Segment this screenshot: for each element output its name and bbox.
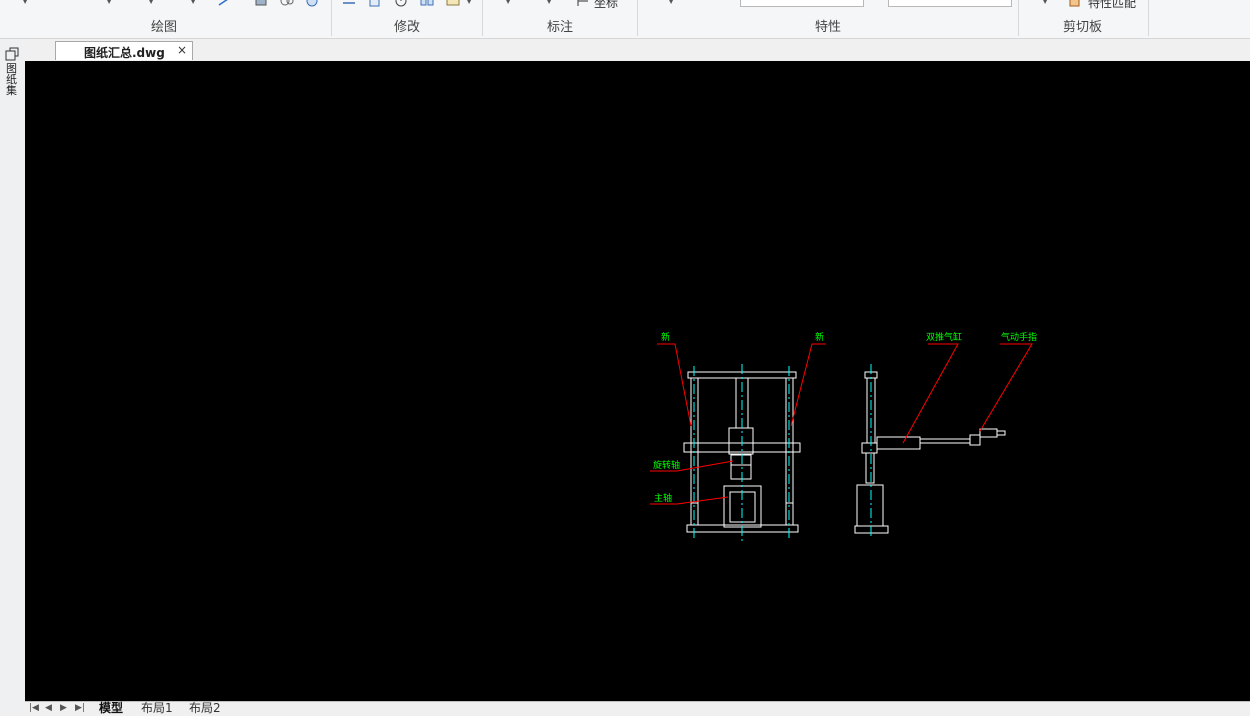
layout-tab-1[interactable]: 布局1 [141, 699, 173, 716]
side-lower-column [865, 452, 875, 484]
group-label-properties: 特性 [815, 20, 842, 35]
group-label-modify: 修改 [394, 20, 421, 35]
dropdown-arrow[interactable]: ▼ [106, 0, 112, 5]
group-separator [1148, 0, 1149, 36]
annotation-text: 旋转轴 [653, 459, 680, 471]
dropdown-arrow[interactable]: ▼ [190, 0, 196, 5]
stretch-icon[interactable] [446, 0, 460, 7]
cylinder-rod [919, 438, 971, 444]
side-middle-block [861, 442, 878, 454]
dropdown-arrow[interactable]: ▼ [148, 0, 154, 5]
document-tab-title[interactable]: 图纸汇总.dwg [84, 44, 165, 61]
region-icon[interactable] [280, 0, 294, 7]
globe-icon[interactable] [305, 0, 319, 7]
coordinate-dimension-label[interactable]: 坐标 [594, 0, 618, 11]
document-tab[interactable]: 图纸汇总.dwg × [55, 41, 193, 60]
spring [730, 464, 752, 480]
dropdown-arrow[interactable]: ▼ [505, 0, 511, 5]
dropdown-arrow[interactable]: ▼ [466, 0, 472, 5]
coupling [730, 454, 752, 466]
center-block [728, 427, 754, 455]
group-separator [331, 0, 332, 36]
layout-tab-bar: |◀ ◀ ▶ ▶| 模型 布局1 布局2 [25, 699, 1250, 716]
leader-line [790, 343, 826, 427]
ribbon: ▼ ▼ ▼ ▼ 绘图 ▼ 修改 ▼ ▼ 坐标 标注 ▼ 特性 ▼ 特性匹配 剪切… [0, 0, 1250, 39]
leader-line [657, 343, 692, 427]
rotate-icon[interactable] [394, 0, 408, 7]
group-label-draw: 绘图 [151, 20, 178, 35]
mirror-icon[interactable] [420, 0, 434, 7]
color-property-select[interactable] [740, 0, 864, 7]
group-separator [1018, 0, 1019, 36]
annotation-text: 气动手指 [1001, 331, 1037, 343]
annotation-text: 主轴 [654, 492, 672, 504]
leader-line [979, 343, 1033, 432]
cylinder-body [876, 436, 921, 450]
document-tab-bar: 图纸汇总.dwg × [25, 39, 1250, 61]
close-icon[interactable]: × [177, 43, 187, 57]
dropdown-arrow[interactable]: ▼ [22, 0, 28, 5]
match-properties-icon[interactable] [1068, 0, 1082, 7]
group-label-clipboard: 剪切板 [1063, 20, 1103, 35]
group-label-dimension: 标注 [547, 20, 574, 35]
move-icon[interactable] [342, 0, 356, 7]
side-base-block [856, 484, 884, 527]
cad-drawing: 新 新 双推气缸 气动手指 旋转轴 主轴 [650, 331, 1037, 541]
group-separator [482, 0, 483, 36]
annotation-text: 新 [661, 331, 670, 343]
dropdown-arrow[interactable]: ▼ [668, 0, 674, 5]
line-tool-icon[interactable] [218, 0, 232, 7]
match-properties-label[interactable]: 特性匹配 [1088, 0, 1136, 11]
gripper-head [979, 428, 998, 438]
group-separator [637, 0, 638, 36]
gripper-body [969, 434, 981, 446]
layout-tab-2[interactable]: 布局2 [189, 699, 221, 716]
gripper-tip [996, 430, 1006, 436]
annotation-text: 双推气缸 [926, 331, 962, 343]
dropdown-arrow[interactable]: ▼ [546, 0, 552, 5]
hatch-icon[interactable] [254, 0, 268, 7]
layout-tab-model[interactable]: 模型 [99, 699, 123, 716]
sheet-set-label[interactable]: 图纸集 [6, 63, 18, 96]
linetype-property-select[interactable] [888, 0, 1012, 7]
leader-line [902, 343, 959, 444]
dropdown-arrow[interactable]: ▼ [1042, 0, 1048, 5]
coordinate-dimension-icon[interactable] [576, 0, 590, 7]
sheet-set-icon[interactable] [5, 47, 20, 61]
drawing-canvas[interactable]: 新 新 双推气缸 气动手指 旋转轴 主轴 [25, 61, 1250, 702]
copy-icon[interactable] [368, 0, 382, 7]
annotation-text: 新 [815, 331, 824, 343]
sheet-set-strip: 图纸集 [0, 39, 26, 712]
